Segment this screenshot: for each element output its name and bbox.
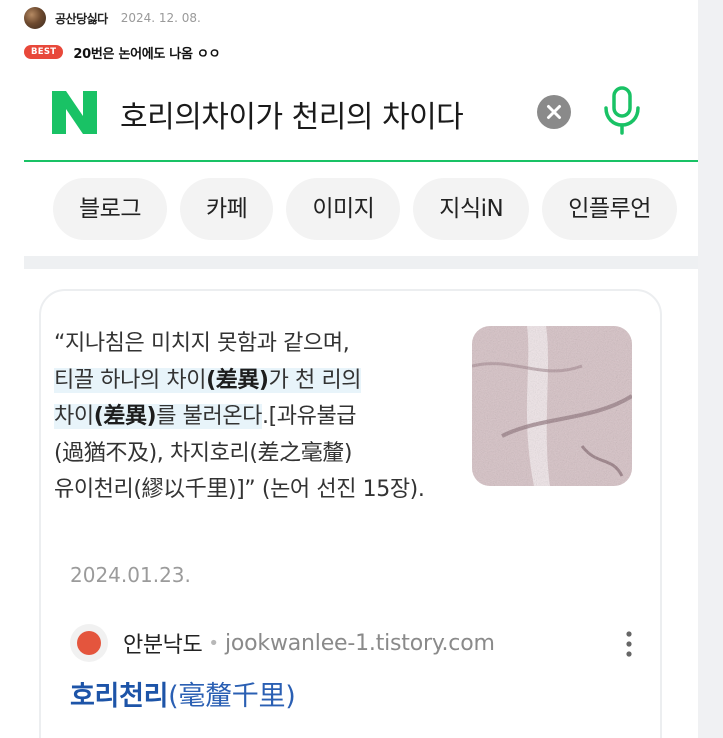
search-query[interactable]: 호리의차이가 천리의 차이다 <box>120 92 464 136</box>
snippet-text: . <box>262 404 269 429</box>
snippet-text: 차이 <box>54 404 94 429</box>
section-divider <box>24 256 698 269</box>
snippet-bold: (差異) <box>93 404 157 429</box>
snippet-bold: (差異) <box>206 367 269 393</box>
result-source[interactable]: 안분낙도 • jookwanlee-1.tistory.com <box>70 622 495 664</box>
blog-avatar-icon[interactable] <box>70 624 108 662</box>
search-tabs: 블로그 카페 이미지 지식iN 인플루언 <box>53 178 690 240</box>
search-bar: 호리의차이가 천리의 차이다 <box>24 64 698 162</box>
comment-meta: 공산당싫다 2024. 12. 08. <box>24 6 201 30</box>
close-icon <box>547 105 561 119</box>
result-title-hanja: (毫釐千里) <box>168 681 296 712</box>
blog-url[interactable]: jookwanlee-1.tistory.com <box>225 631 495 656</box>
result-title-link[interactable]: 호리천리(毫釐千里) <box>70 674 296 713</box>
more-options-icon[interactable] <box>621 629 637 659</box>
page-edge <box>698 0 723 738</box>
comment-author[interactable]: 공산당싫다 <box>55 10 108 27</box>
tab-image[interactable]: 이미지 <box>286 178 401 240</box>
naver-logo-icon[interactable] <box>52 91 97 134</box>
snippet-line: (過猶不及), 차지호리(差之毫釐) <box>54 440 353 466</box>
mic-icon[interactable] <box>601 86 643 136</box>
tab-influencer[interactable]: 인플루언 <box>542 178 677 240</box>
avatar[interactable] <box>24 7 46 29</box>
snippet-text: 가 천 리의 <box>268 367 362 393</box>
clear-search-button[interactable] <box>537 95 571 129</box>
snippet-line: 유이천리(繆以千里)]” (논어 선진 15장). <box>54 477 425 502</box>
snippet-text: 를 불러온다 <box>156 404 262 429</box>
snippet-highlight: 티끌 하나의 차이(差異)가 천 리의 <box>54 367 362 393</box>
result-title-main: 호리천리 <box>70 681 169 712</box>
snippet-text: 티끌 하나의 차이 <box>54 367 207 393</box>
search-underline <box>24 160 698 162</box>
result-thumbnail[interactable] <box>472 326 632 486</box>
tab-kin[interactable]: 지식iN <box>413 178 530 240</box>
embedded-screenshot: 호리의차이가 천리의 차이다 블로그 카페 이미지 지식iN 인플루언 “지나침… <box>24 64 698 738</box>
comment-text: 20번은 논어에도 나옴 ㅇㅇ <box>73 46 221 62</box>
separator-dot: • <box>208 632 219 654</box>
comment-body: BEST 20번은 논어에도 나옴 ㅇㅇ <box>24 42 220 62</box>
snippet-text: [과유불급 <box>268 404 357 429</box>
comment-date: 2024. 12. 08. <box>120 11 201 25</box>
best-badge: BEST <box>24 45 64 59</box>
snippet-highlight: 차이(差異)를 불러온다 <box>54 404 262 429</box>
snippet-line: “지나침은 미치지 못함과 같으며, <box>54 331 350 356</box>
tab-blog[interactable]: 블로그 <box>53 178 167 240</box>
result-date: 2024.01.23. <box>70 563 191 587</box>
result-snippet: “지나침은 미치지 못함과 같으며, 티끌 하나의 차이(差異)가 천 리의 차… <box>54 326 434 509</box>
blog-name[interactable]: 안분낙도 <box>123 627 203 659</box>
tab-cafe[interactable]: 카페 <box>179 178 274 240</box>
